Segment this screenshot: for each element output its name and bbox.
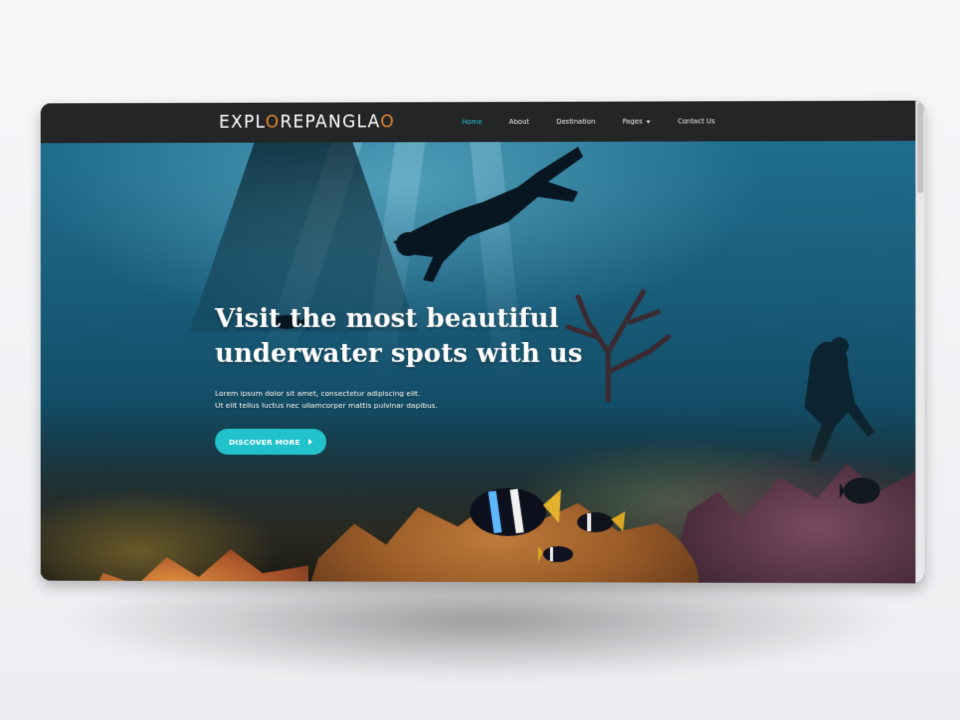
nav-menu: Home About Destination Pages Contact Us <box>462 101 742 142</box>
hero-section: Visit the most beautiful underwater spot… <box>40 140 917 584</box>
discover-more-button[interactable]: DISCOVER MORE <box>214 428 327 455</box>
logo-text-1: EXPL <box>218 112 266 133</box>
nav-about[interactable]: About <box>509 118 529 126</box>
hero-title: Visit the most beautiful underwater spot… <box>215 302 634 372</box>
diver-image <box>393 146 583 283</box>
nav-about-label: About <box>509 117 530 126</box>
navbar: EXPLOREPANGLAO Home About Destination Pa… <box>40 100 917 144</box>
nav-contact[interactable]: Contact Us <box>678 117 715 125</box>
discover-more-label: DISCOVER MORE <box>228 437 301 447</box>
browser-window: EXPLOREPANGLAO Home About Destination Pa… <box>40 100 925 584</box>
chevron-down-icon <box>646 120 651 124</box>
nav-pages-label: Pages <box>622 117 643 126</box>
nav-destination-label: Destination <box>556 117 596 126</box>
hero-subtitle-line-2: Ut elit tellus luctus nec ullamcorper ma… <box>214 400 438 410</box>
nav-home[interactable]: Home <box>462 118 482 126</box>
logo-text-2: REPANGLA <box>279 112 381 133</box>
hero-title-line-1: Visit the most beautiful <box>214 303 559 335</box>
hero-subtitle-line-1: Lorem ipsum dolor sit amet, consectetur … <box>214 388 421 398</box>
nav-destination[interactable]: Destination <box>556 118 595 126</box>
logo-accent-1: O <box>265 112 280 133</box>
hero-subtitle: Lorem ipsum dolor sit amet, consectetur … <box>215 388 634 411</box>
hero-title-line-2: underwater spots with us <box>214 338 583 370</box>
site-logo[interactable]: EXPLOREPANGLAO <box>219 112 395 132</box>
logo-accent-2: O <box>380 112 396 133</box>
nav-contact-label: Contact Us <box>677 117 715 126</box>
hero-content: Visit the most beautiful underwater spot… <box>214 302 634 455</box>
clownfish-image <box>470 487 561 536</box>
small-fish-image <box>538 545 573 562</box>
scrollbar-thumb[interactable] <box>917 102 924 194</box>
vertical-scrollbar[interactable] <box>915 100 925 584</box>
arrow-right-icon <box>308 438 313 445</box>
nav-home-label: Home <box>462 117 483 127</box>
nav-pages[interactable]: Pages <box>622 117 651 126</box>
small-fish-image <box>577 511 626 533</box>
small-fish-image <box>839 477 880 504</box>
